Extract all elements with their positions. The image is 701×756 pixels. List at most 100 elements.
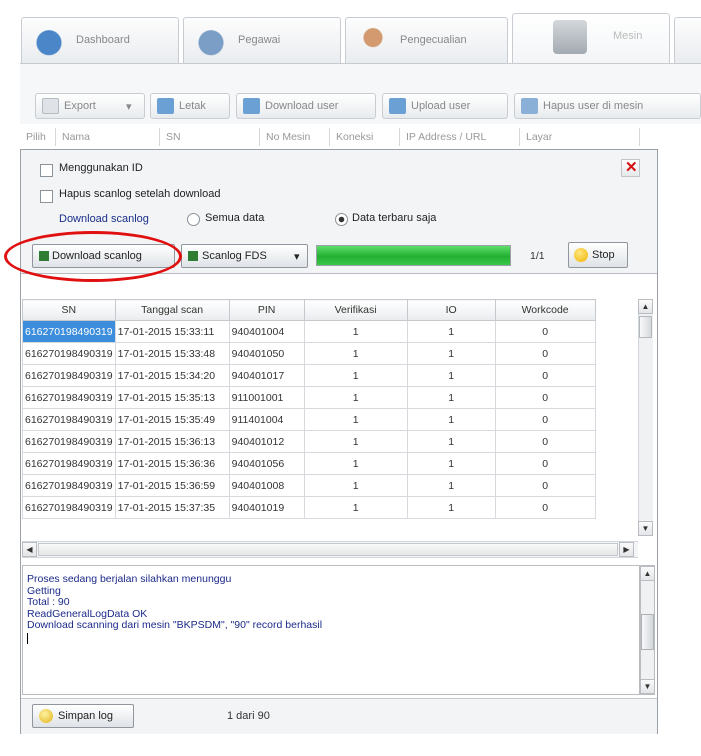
cell-tanggal[interactable]: 17-01-2015 15:36:59: [114, 474, 230, 497]
tab-mesin[interactable]: Mesin: [512, 13, 670, 63]
scroll-right-arrow-icon[interactable]: ▶: [619, 542, 634, 557]
cell-workcode[interactable]: 0: [494, 386, 596, 409]
scroll-thumb[interactable]: [639, 316, 652, 338]
cell-sn[interactable]: 616270198490319: [22, 430, 116, 453]
stop-label: Stop: [592, 249, 615, 261]
cell-tanggal[interactable]: 17-01-2015 15:34:20: [114, 364, 230, 387]
cell-workcode[interactable]: 0: [494, 496, 596, 519]
col-header-workcode[interactable]: Workcode: [494, 299, 596, 321]
cell-io[interactable]: 1: [406, 386, 496, 409]
cell-io[interactable]: 1: [406, 474, 496, 497]
cell-tanggal[interactable]: 17-01-2015 15:35:49: [114, 408, 230, 431]
download-user-button[interactable]: Download user: [236, 93, 376, 119]
cell-sn[interactable]: 616270198490319: [22, 386, 116, 409]
cell-pin[interactable]: 911001001: [228, 386, 305, 409]
cell-verifikasi[interactable]: 1: [303, 452, 408, 475]
log-scroll-thumb[interactable]: [641, 614, 654, 650]
table-row[interactable]: 616270198490319 17-01-2015 15:36:13 9404…: [22, 430, 596, 453]
person-exception-icon: [356, 24, 390, 58]
cell-workcode[interactable]: 0: [494, 364, 596, 387]
cell-sn[interactable]: 616270198490319: [22, 408, 116, 431]
cell-pin[interactable]: 940401004: [228, 320, 305, 343]
scanlog-fds-button[interactable]: Scanlog FDS ▾: [181, 244, 308, 268]
delete-after-download-checkbox[interactable]: [40, 190, 53, 203]
table-row[interactable]: 616270198490319 17-01-2015 15:37:35 9404…: [22, 496, 596, 519]
letak-button[interactable]: Letak: [150, 93, 230, 119]
cell-io[interactable]: 1: [406, 452, 496, 475]
col-header-sn[interactable]: SN: [22, 299, 116, 321]
cell-io[interactable]: 1: [406, 320, 496, 343]
delete-user-button[interactable]: Hapus user di mesin: [514, 93, 701, 119]
cell-sn[interactable]: 616270198490319: [22, 474, 116, 497]
cell-pin[interactable]: 911401004: [228, 408, 305, 431]
cell-workcode[interactable]: 0: [494, 342, 596, 365]
radio-all-data[interactable]: [187, 213, 200, 226]
scroll-down-arrow-icon[interactable]: ▼: [638, 521, 653, 536]
stop-button[interactable]: Stop: [568, 242, 628, 268]
cell-tanggal[interactable]: 17-01-2015 15:33:11: [114, 320, 230, 343]
cell-verifikasi[interactable]: 1: [303, 364, 408, 387]
cell-verifikasi[interactable]: 1: [303, 386, 408, 409]
cell-tanggal[interactable]: 17-01-2015 15:36:13: [114, 430, 230, 453]
cell-verifikasi[interactable]: 1: [303, 474, 408, 497]
cell-workcode[interactable]: 0: [494, 430, 596, 453]
log-output[interactable]: Proses sedang berjalan silahkan menunggu…: [22, 565, 640, 695]
table-row[interactable]: 616270198490319 17-01-2015 15:36:59 9404…: [22, 474, 596, 497]
table-row[interactable]: 616270198490319 17-01-2015 15:33:48 9404…: [22, 342, 596, 365]
scroll-up-arrow-icon[interactable]: ▲: [638, 299, 653, 314]
cell-pin[interactable]: 940401017: [228, 364, 305, 387]
cell-workcode[interactable]: 0: [494, 320, 596, 343]
cell-io[interactable]: 1: [406, 364, 496, 387]
cell-tanggal[interactable]: 17-01-2015 15:35:13: [114, 386, 230, 409]
table-row[interactable]: 616270198490319 17-01-2015 15:35:49 9114…: [22, 408, 596, 431]
cell-io[interactable]: 1: [406, 430, 496, 453]
cell-tanggal[interactable]: 17-01-2015 15:33:48: [114, 342, 230, 365]
cell-workcode[interactable]: 0: [494, 408, 596, 431]
table-row[interactable]: 616270198490319 17-01-2015 15:36:36 9404…: [22, 452, 596, 475]
radio-new-data[interactable]: [335, 213, 348, 226]
col-header-verifikasi[interactable]: Verifikasi: [303, 299, 408, 321]
cell-io[interactable]: 1: [406, 496, 496, 519]
scroll-left-arrow-icon[interactable]: ◀: [22, 542, 37, 557]
use-id-checkbox[interactable]: [40, 164, 53, 177]
tab-dashboard[interactable]: Dashboard: [21, 17, 179, 63]
cell-workcode[interactable]: 0: [494, 474, 596, 497]
page-info: 1 dari 90: [227, 710, 270, 722]
log-scroll-up-icon[interactable]: ▲: [640, 566, 655, 581]
cell-io[interactable]: 1: [406, 408, 496, 431]
cell-verifikasi[interactable]: 1: [303, 320, 408, 343]
cell-verifikasi[interactable]: 1: [303, 342, 408, 365]
col-header-io[interactable]: IO: [406, 299, 496, 321]
col-header-pin[interactable]: PIN: [228, 299, 305, 321]
export-button[interactable]: Export ▾: [35, 93, 145, 119]
close-button[interactable]: ✕: [621, 159, 640, 177]
cell-sn[interactable]: 616270198490319: [22, 452, 116, 475]
cell-pin[interactable]: 940401056: [228, 452, 305, 475]
table-row[interactable]: 616270198490319 17-01-2015 15:35:13 9110…: [22, 386, 596, 409]
cell-sn[interactable]: 616270198490319: [22, 496, 116, 519]
cell-pin[interactable]: 940401012: [228, 430, 305, 453]
cell-tanggal[interactable]: 17-01-2015 15:36:36: [114, 452, 230, 475]
cell-sn[interactable]: 616270198490319: [22, 320, 116, 343]
cell-verifikasi[interactable]: 1: [303, 430, 408, 453]
tab-extra[interactable]: [674, 17, 701, 63]
table-row[interactable]: 616270198490319 17-01-2015 15:33:11 9404…: [22, 320, 596, 343]
tab-pegawai[interactable]: Pegawai: [183, 17, 341, 63]
cell-tanggal[interactable]: 17-01-2015 15:37:35: [114, 496, 230, 519]
upload-user-button[interactable]: Upload user: [382, 93, 508, 119]
cell-pin[interactable]: 940401008: [228, 474, 305, 497]
log-scroll-down-icon[interactable]: ▼: [640, 679, 655, 694]
cell-verifikasi[interactable]: 1: [303, 496, 408, 519]
col-header-tanggal[interactable]: Tanggal scan: [114, 299, 230, 321]
tab-pengecualian[interactable]: Pengecualian: [345, 17, 508, 63]
cell-workcode[interactable]: 0: [494, 452, 596, 475]
cell-sn[interactable]: 616270198490319: [22, 364, 116, 387]
cell-io[interactable]: 1: [406, 342, 496, 365]
hscroll-thumb[interactable]: [38, 543, 618, 556]
save-log-button[interactable]: Simpan log: [32, 704, 134, 728]
cell-pin[interactable]: 940401050: [228, 342, 305, 365]
cell-verifikasi[interactable]: 1: [303, 408, 408, 431]
cell-pin[interactable]: 940401019: [228, 496, 305, 519]
cell-sn[interactable]: 616270198490319: [22, 342, 116, 365]
table-row[interactable]: 616270198490319 17-01-2015 15:34:20 9404…: [22, 364, 596, 387]
